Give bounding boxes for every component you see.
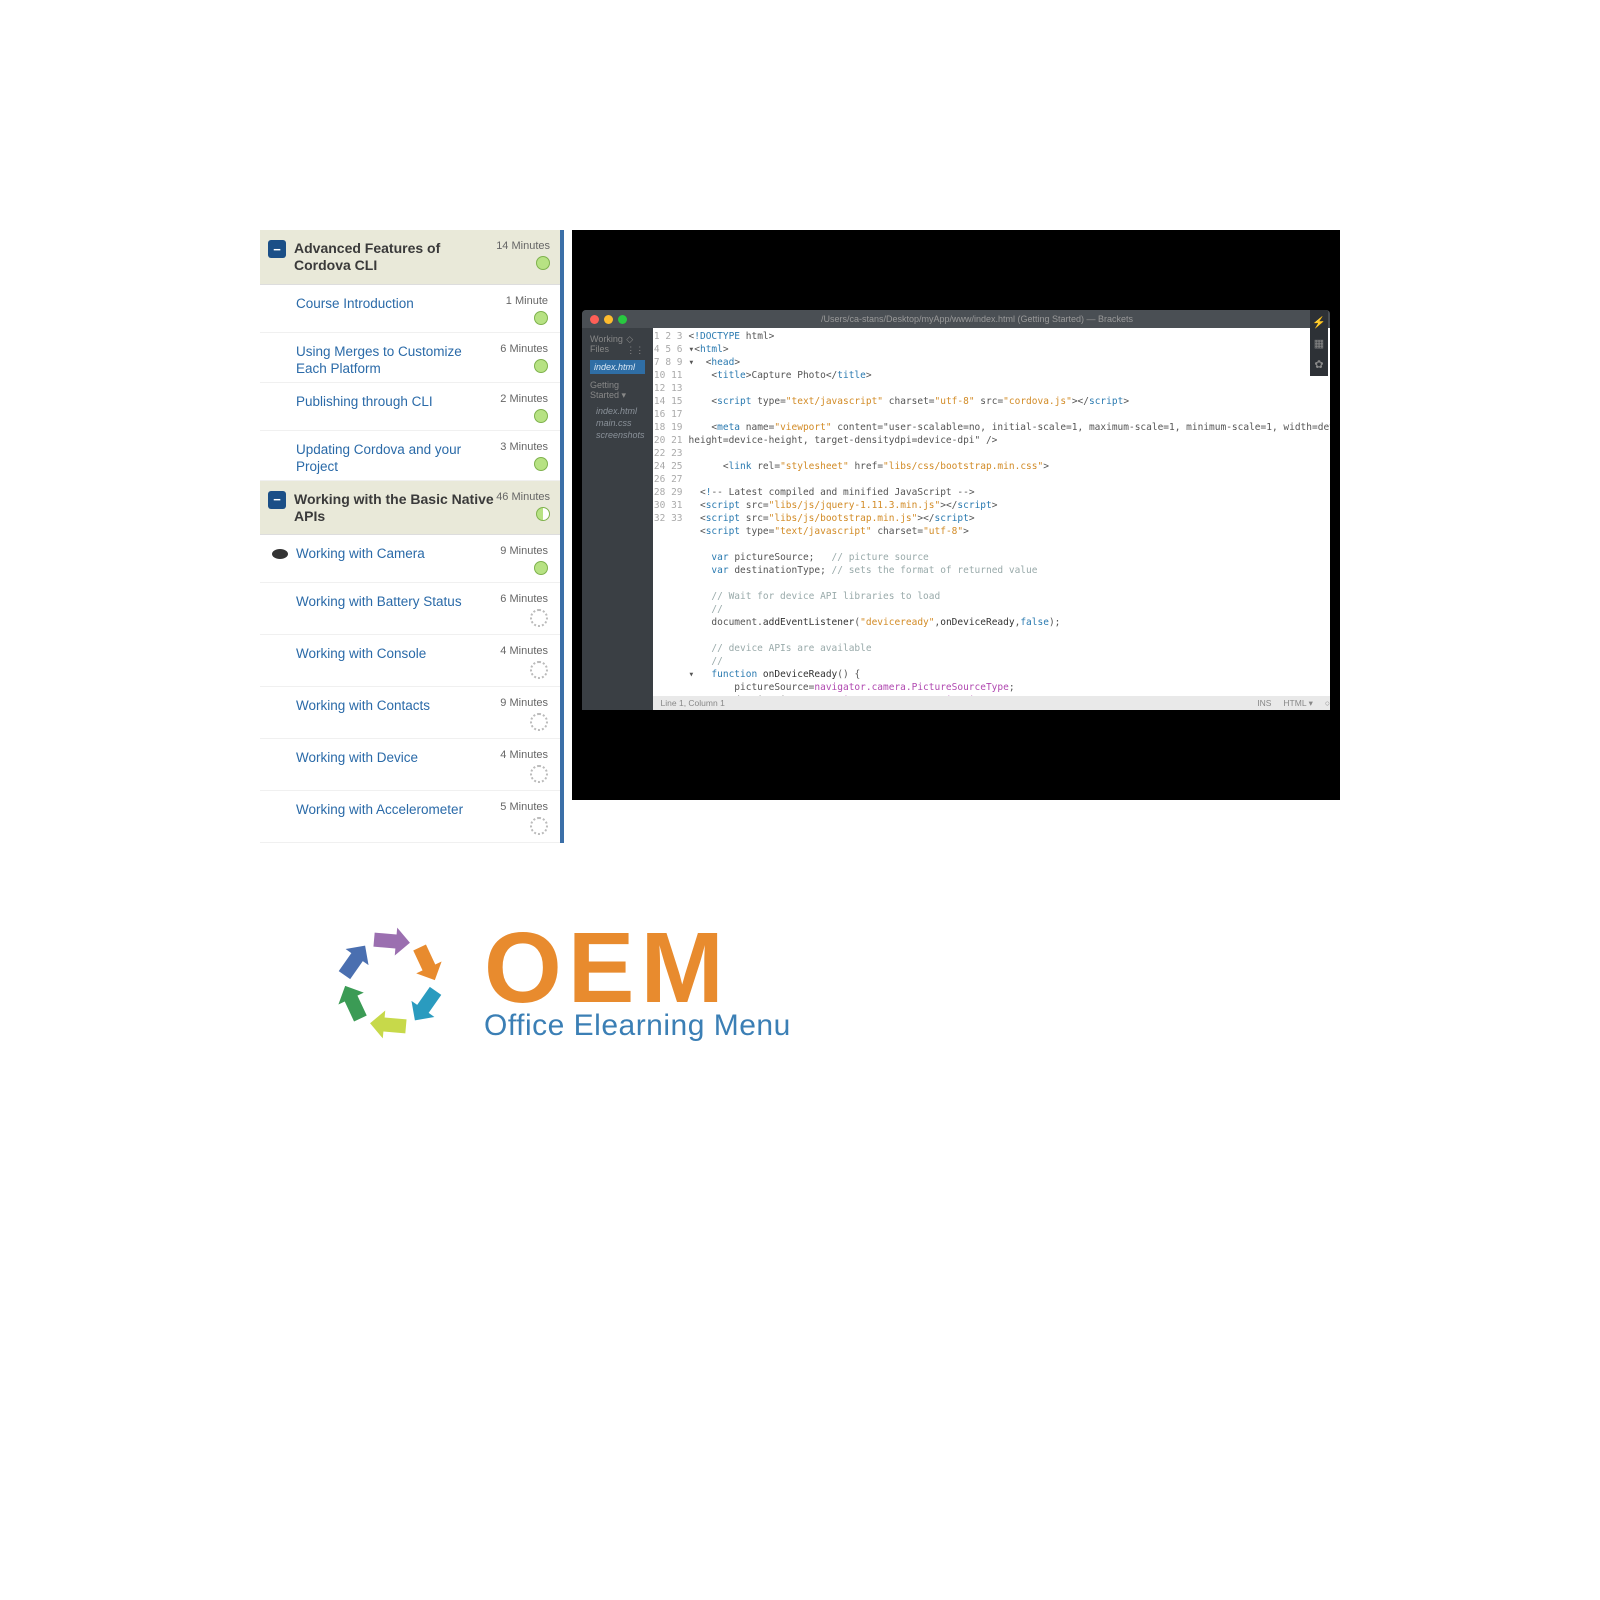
lesson-item[interactable]: Working with Contacts9 Minutes xyxy=(260,687,560,739)
project-file[interactable]: main.css xyxy=(590,417,645,429)
status-bar: Line 1, Column 1 INS HTML ▾ ○ Tab Size: … xyxy=(653,696,1330,710)
lesson-title: Publishing through CLI xyxy=(296,393,488,411)
collapse-icon[interactable]: − xyxy=(268,491,286,509)
loading-icon xyxy=(530,661,548,679)
section-title: Advanced Features of Cordova CLI xyxy=(294,240,496,274)
done-icon xyxy=(534,409,548,423)
status-circle[interactable]: ○ xyxy=(1325,698,1330,708)
lesson-title: Working with Device xyxy=(296,749,488,767)
lesson-title: Updating Cordova and your Project xyxy=(296,441,488,476)
section-title: Working with the Basic Native APIs xyxy=(294,491,496,525)
brand-name: OEM xyxy=(484,923,791,1013)
collapse-icon[interactable]: − xyxy=(268,240,286,258)
lesson-meta: 1 Minute xyxy=(488,295,548,328)
project-label[interactable]: Getting Started ▾ xyxy=(590,380,645,401)
lesson-item[interactable]: Working with Camera9 Minutes xyxy=(260,535,560,583)
working-files-icons[interactable]: ◇ ⋮⋮ xyxy=(626,334,644,356)
lesson-title: Working with Battery Status xyxy=(296,593,488,611)
window-titlebar: /Users/ca-stans/Desktop/myApp/www/index.… xyxy=(582,310,1330,328)
section-header[interactable]: −Advanced Features of Cordova CLI14 Minu… xyxy=(260,230,560,285)
lesson-meta: 5 Minutes xyxy=(488,801,548,838)
lesson-item[interactable]: Updating Cordova and your Project3 Minut… xyxy=(260,431,560,481)
open-file[interactable]: index.html xyxy=(590,360,645,374)
lesson-item[interactable]: Publishing through CLI2 Minutes xyxy=(260,383,560,431)
editor-sidebar: Working Files◇ ⋮⋮ index.html Getting Sta… xyxy=(582,328,653,710)
lesson-meta: 6 Minutes xyxy=(488,343,548,376)
section-meta: 46 Minutes xyxy=(496,491,550,524)
status-ins[interactable]: INS xyxy=(1257,698,1271,708)
close-icon[interactable] xyxy=(590,315,599,324)
zoom-icon[interactable] xyxy=(618,315,627,324)
loading-icon xyxy=(530,817,548,835)
lesson-title: Working with Accelerometer xyxy=(296,801,488,819)
lesson-item[interactable]: Using Merges to Customize Each Platform6… xyxy=(260,333,560,383)
lesson-meta: 4 Minutes xyxy=(488,749,548,786)
lesson-meta: 9 Minutes xyxy=(488,697,548,734)
settings-icon[interactable]: ✿ xyxy=(1314,358,1323,371)
brand-tagline: Office Elearning Menu xyxy=(484,1009,791,1043)
status-lang[interactable]: HTML ▾ xyxy=(1283,698,1312,709)
done-icon xyxy=(534,311,548,325)
lesson-title: Using Merges to Customize Each Platform xyxy=(296,343,488,378)
lesson-item[interactable]: Working with Accelerometer5 Minutes xyxy=(260,791,560,843)
lesson-meta: 2 Minutes xyxy=(488,393,548,426)
lesson-title: Working with Contacts xyxy=(296,697,488,715)
video-player[interactable]: /Users/ca-stans/Desktop/myApp/www/index.… xyxy=(572,230,1340,800)
section-meta: 14 Minutes xyxy=(496,240,550,273)
lesson-item[interactable]: Working with Device4 Minutes xyxy=(260,739,560,791)
brackets-window: /Users/ca-stans/Desktop/myApp/www/index.… xyxy=(582,310,1330,710)
done-icon xyxy=(534,359,548,373)
lesson-title: Working with Camera xyxy=(296,545,488,563)
project-file[interactable]: screenshots xyxy=(590,429,645,441)
course-sidebar: −Advanced Features of Cordova CLI14 Minu… xyxy=(260,230,564,843)
working-files-label: Working Files xyxy=(590,334,626,356)
code-editor[interactable]: <!DOCTYPE html> ▾<html> ▾ <head> <title>… xyxy=(689,328,1330,696)
current-icon xyxy=(272,549,288,559)
progress-icon xyxy=(536,256,550,270)
lesson-item[interactable]: Course Introduction1 Minute xyxy=(260,285,560,333)
done-icon xyxy=(534,457,548,471)
lesson-meta: 3 Minutes xyxy=(488,441,548,474)
window-title: /Users/ca-stans/Desktop/myApp/www/index.… xyxy=(632,314,1322,324)
lesson-title: Working with Console xyxy=(296,645,488,663)
lesson-meta: 9 Minutes xyxy=(488,545,548,578)
loading-icon xyxy=(530,765,548,783)
loading-icon xyxy=(530,713,548,731)
arrows-icon xyxy=(310,903,470,1063)
loading-icon xyxy=(530,609,548,627)
line-gutter: 1 2 3 4 5 6 7 8 9 10 11 12 13 14 15 16 1… xyxy=(653,328,689,696)
lesson-meta: 4 Minutes xyxy=(488,645,548,682)
lesson-item[interactable]: Working with Battery Status6 Minutes xyxy=(260,583,560,635)
minimize-icon[interactable] xyxy=(604,315,613,324)
progress-icon xyxy=(536,507,550,521)
right-toolbar: ⚡ ▦ ✿ xyxy=(1310,310,1328,376)
brand-logo: OEM Office Elearning Menu xyxy=(310,903,1340,1063)
project-file[interactable]: index.html xyxy=(590,405,645,417)
cursor-position: Line 1, Column 1 xyxy=(661,698,725,708)
done-icon xyxy=(534,561,548,575)
lesson-title: Course Introduction xyxy=(296,295,488,313)
extension-manager-icon[interactable]: ▦ xyxy=(1314,337,1324,350)
lesson-meta: 6 Minutes xyxy=(488,593,548,630)
section-header[interactable]: −Working with the Basic Native APIs46 Mi… xyxy=(260,481,560,536)
live-preview-icon[interactable]: ⚡ xyxy=(1312,316,1326,329)
lesson-item[interactable]: Working with Console4 Minutes xyxy=(260,635,560,687)
